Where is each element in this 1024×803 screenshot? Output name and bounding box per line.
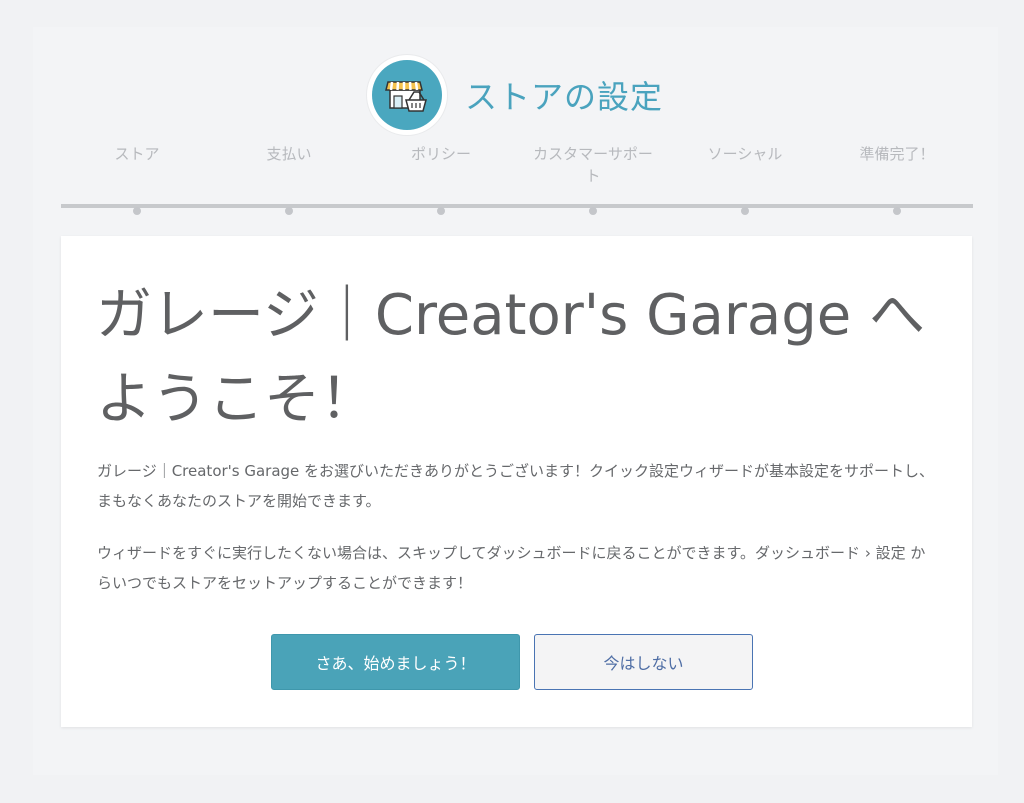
step-label: 準備完了！	[859, 145, 935, 163]
step-label: 支払い	[266, 145, 312, 163]
step-policy[interactable]: ポリシー	[365, 143, 517, 215]
step-label: ポリシー	[410, 145, 471, 163]
step-dot	[437, 207, 445, 215]
step-dot	[133, 207, 141, 215]
step-ready[interactable]: 準備完了！	[821, 143, 973, 215]
step-label: カスタマーサポート	[533, 145, 653, 185]
welcome-card: ガレージ｜Creator's Garage へようこそ！ ガレージ｜Creato…	[61, 236, 972, 727]
step-customer-support[interactable]: カスタマーサポート	[517, 143, 669, 215]
step-dot	[741, 207, 749, 215]
lets-go-button[interactable]: さあ、始めましょう！	[271, 634, 520, 690]
storefront-basket-icon	[372, 60, 442, 130]
step-store[interactable]: ストア	[61, 143, 213, 215]
step-dot	[589, 207, 597, 215]
store-logo	[367, 55, 447, 135]
welcome-paragraph-2: ウィザードをすぐに実行したくない場合は、スキップしてダッシュボードに戻ることがで…	[97, 544, 926, 592]
step-social[interactable]: ソーシャル	[669, 143, 821, 215]
step-dot	[285, 207, 293, 215]
not-now-button[interactable]: 今はしない	[534, 634, 753, 690]
step-dot	[893, 207, 901, 215]
progress-track	[61, 204, 973, 208]
page-title: ストアの設定	[465, 78, 664, 116]
step-label: ストア	[114, 145, 160, 163]
step-label: ソーシャル	[707, 145, 783, 163]
wizard-header: ストアの設定	[367, 55, 663, 135]
welcome-paragraph-1: ガレージ｜Creator's Garage をお選びいただきありがとうございます…	[97, 462, 935, 510]
wizard-steps: ストア 支払い ポリシー カスタマーサポート ソーシャル 準備完了！	[61, 143, 973, 215]
step-payment[interactable]: 支払い	[213, 143, 365, 215]
welcome-heading: ガレージ｜Creator's Garage へようこそ！	[96, 283, 926, 432]
